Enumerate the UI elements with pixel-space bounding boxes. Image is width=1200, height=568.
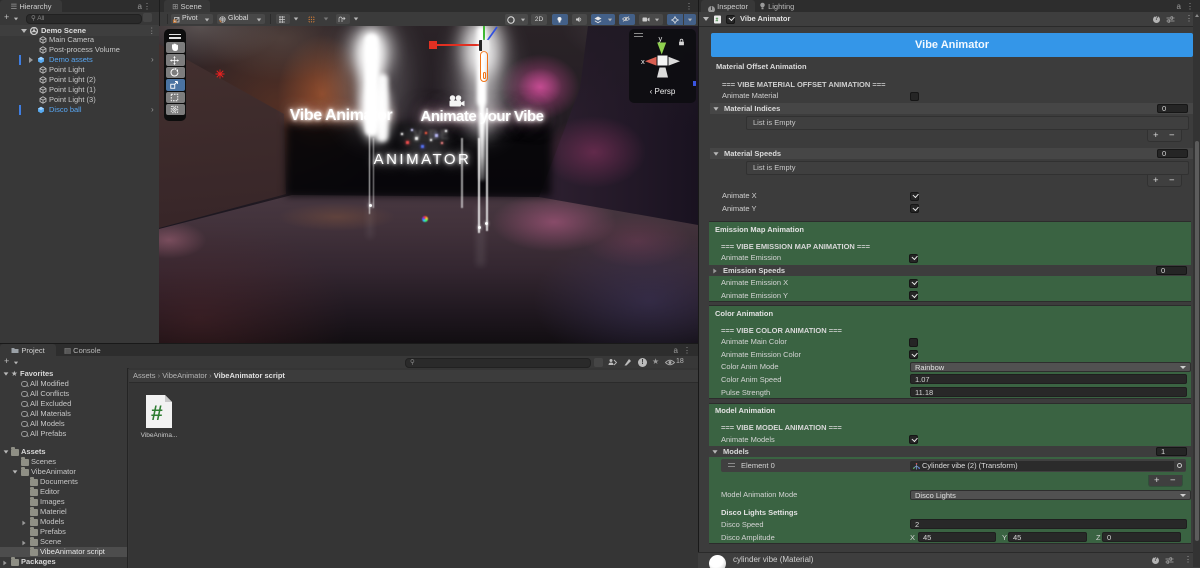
svg-text:#: #: [716, 17, 719, 23]
svg-text:y: y: [659, 34, 663, 43]
svg-text:#: #: [151, 402, 163, 425]
svg-text:x: x: [641, 57, 645, 66]
